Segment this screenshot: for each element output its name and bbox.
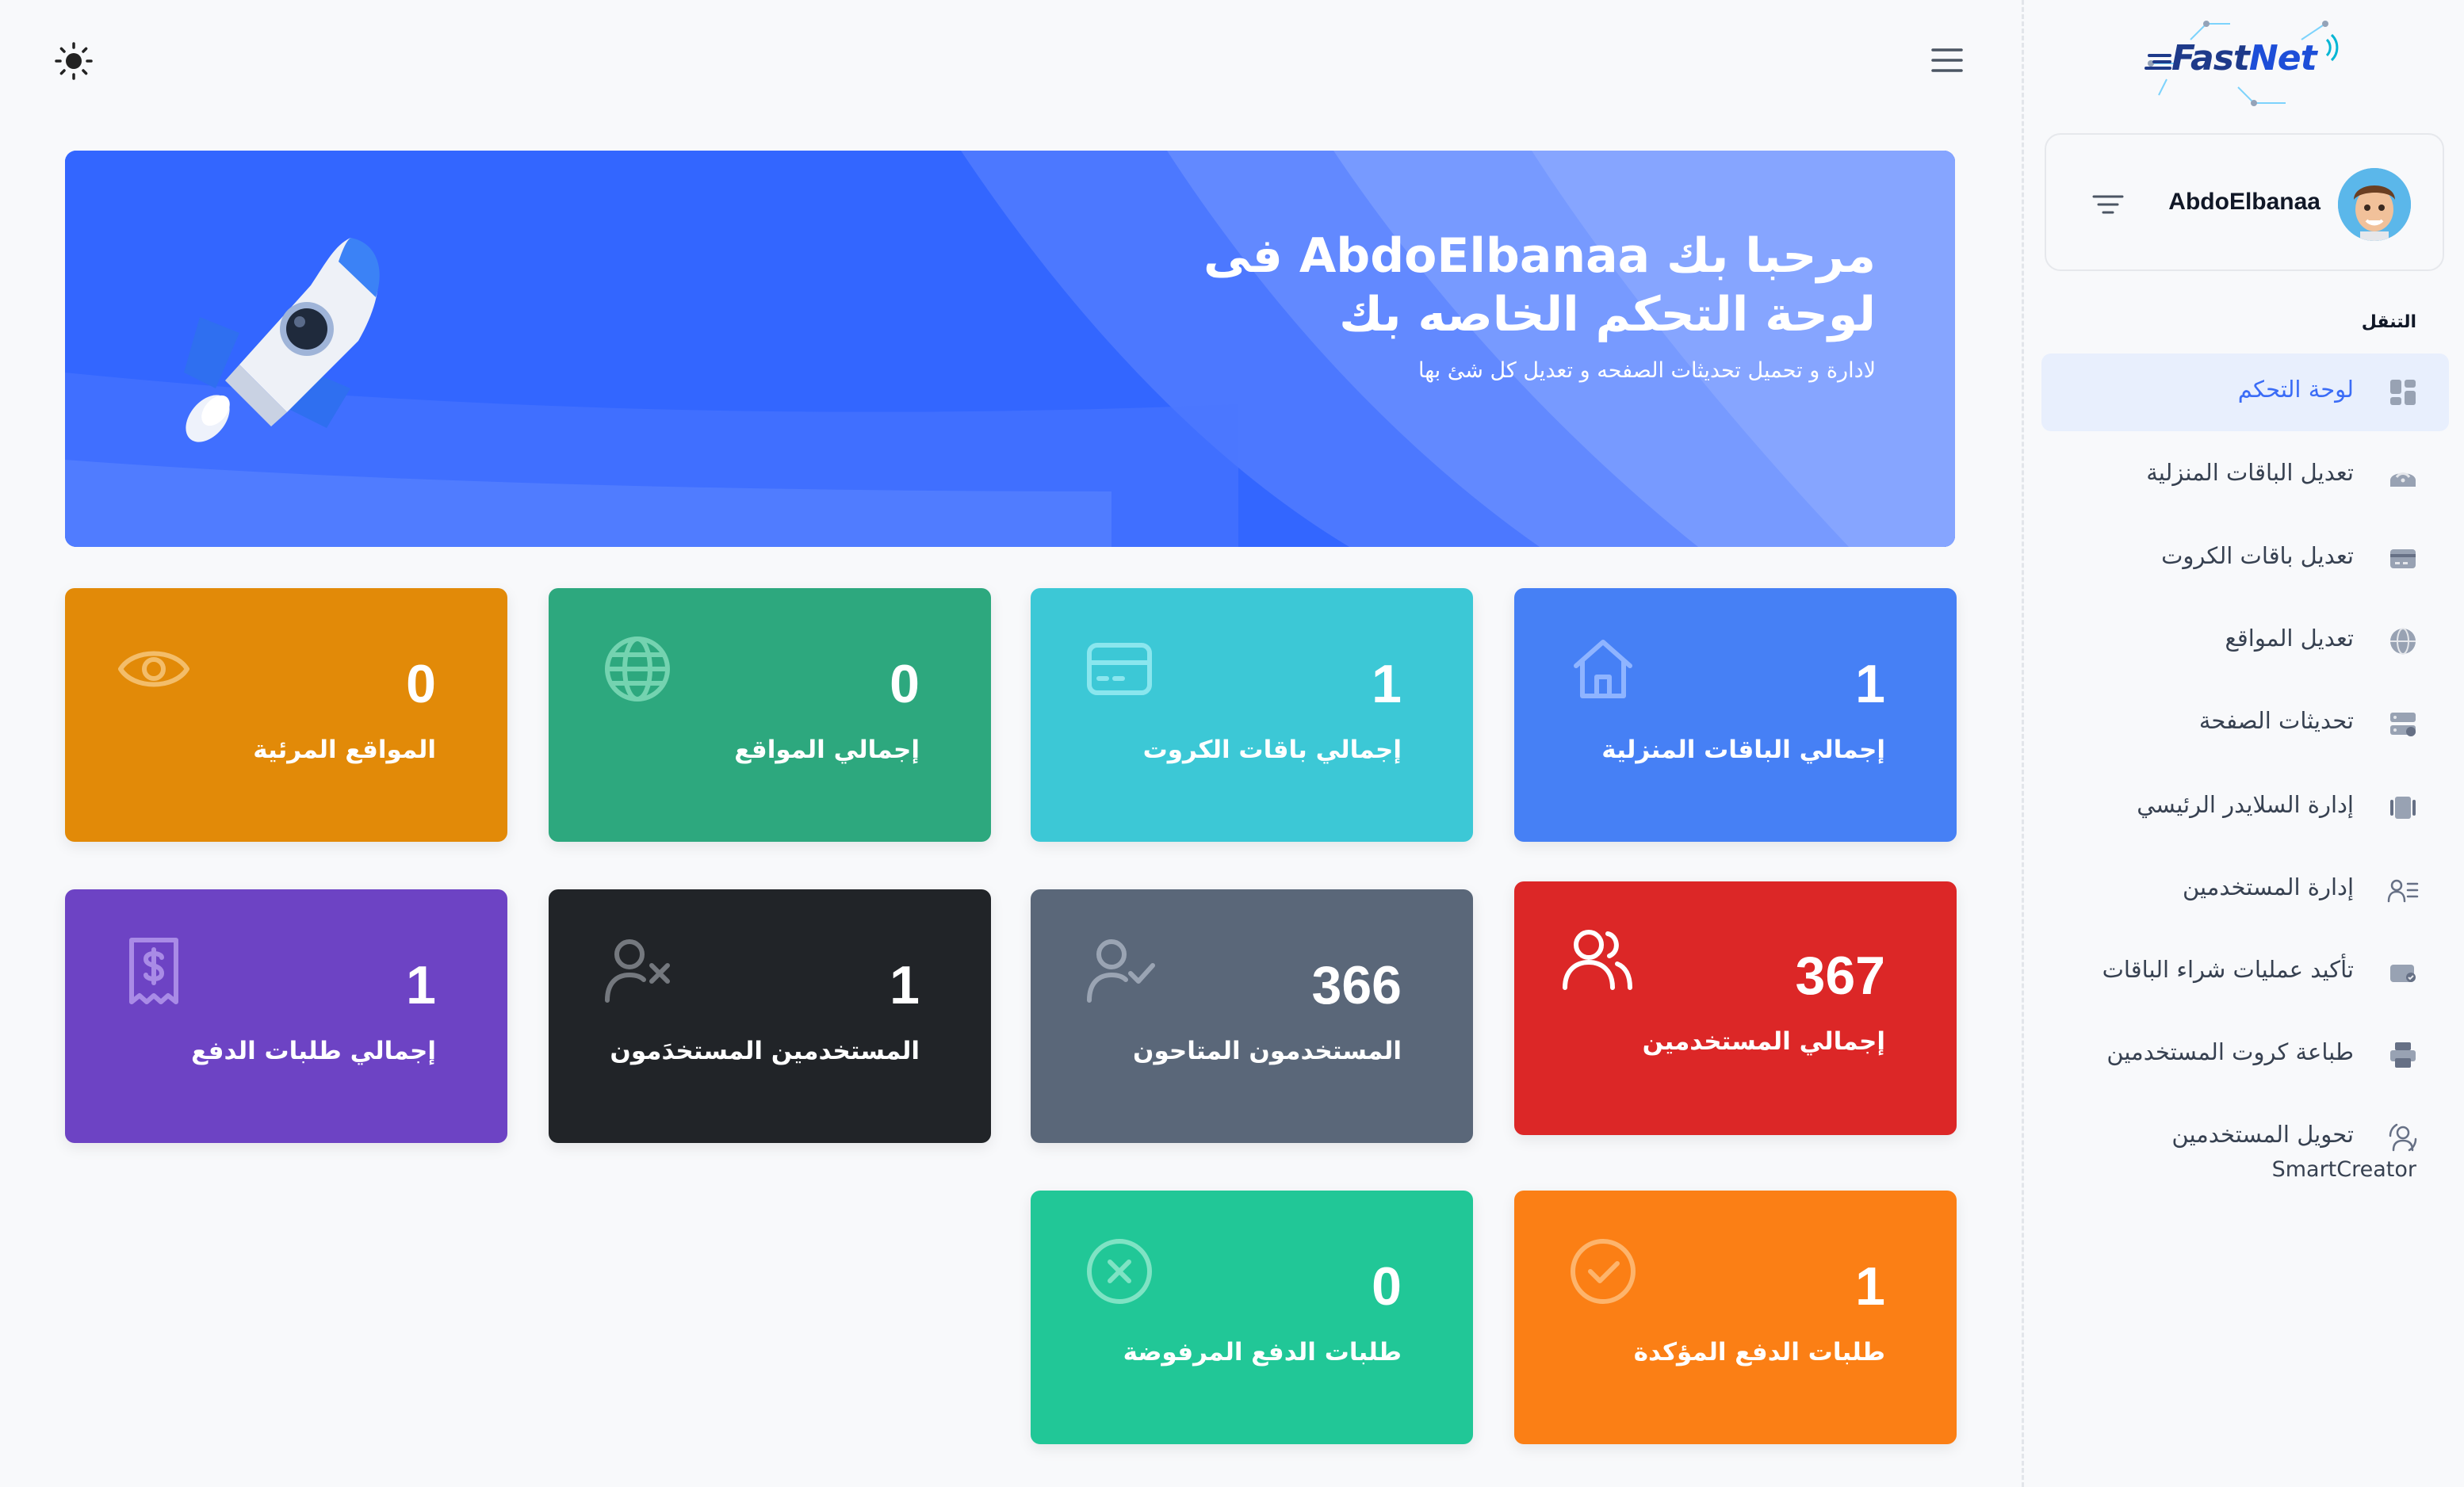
stat-card-rejected-payments[interactable]: 0 طلبات الدفع المرفوضة [1031,1191,1473,1444]
stat-card-home-packages[interactable]: 1 إجمالي الباقات المنزلية [1514,588,1957,842]
sidebar-item-home-packages[interactable]: تعديل الباقات المنزلية [2041,437,2449,514]
stat-label: المستخدمون المتاحون [1133,1037,1402,1065]
stat-card-card-packages[interactable]: 1 إجمالي باقات الكروت [1031,588,1473,842]
sidebar-item-label: إدارة المستخدمين [2182,873,2354,900]
sidebar-item-label: تعديل باقات الكروت [2161,542,2354,569]
stat-value: 1 [1855,1256,1885,1317]
server-icon [2390,713,2416,736]
stat-value: 367 [1795,946,1885,1006]
stat-card-visible-sites[interactable]: 0 المواقع المرئية [65,588,507,842]
stat-card-payment-requests[interactable]: 1 إجمالي طلبات الدفع [65,889,507,1143]
stat-label: إجمالي الباقات المنزلية [1601,736,1885,764]
stat-value: 1 [1372,654,1402,714]
hamburger-menu-icon[interactable] [1931,46,1963,75]
stat-value: 366 [1311,955,1402,1015]
globe-icon [2390,628,2416,655]
stat-label: طلبات الدفع المؤكدة [1633,1338,1885,1367]
printer-icon [2390,1042,2416,1068]
avatar [2338,168,2411,241]
card-icon [2390,549,2416,568]
sidebar-item-card-packages[interactable]: تعديل باقات الكروت [2041,520,2449,598]
user-list-icon [2387,879,2419,903]
filter-icon[interactable] [2092,190,2124,219]
sidebar-item-sites[interactable]: تعديل المواقع [2041,602,2449,680]
sidebar-item-page-updates[interactable]: تحديثات الصفحة [2041,685,2449,763]
stat-card-users[interactable]: 367 إجمالي المستخدمين [1514,881,1957,1135]
slider-icon [2390,797,2416,819]
stat-label: المواقع المرئية [253,736,436,764]
check-circle-icon [1571,1239,1636,1304]
sidebar-item-print-cards[interactable]: طباعة كروت المستخدمين [2041,1016,2449,1094]
welcome-banner: مرحبا بك AbdoElbanaa فى لوحة التحكم الخا… [65,151,1955,547]
sidebar-item-main-slider[interactable]: إدارة السلايدر الرئيسي [2041,769,2449,847]
user-profile-card[interactable]: AbdoElbanaa [2045,133,2444,271]
users-icon [1563,930,1632,990]
rocket-illustration [184,238,380,442]
stat-value: 1 [406,955,436,1015]
user-x-icon [605,939,670,1003]
sidebar-item-label: تأكيد عمليات شراء الباقات [2102,956,2354,983]
user-check-icon [1087,939,1155,1003]
sidebar-item-label: تحويل المستخدمين [2171,1121,2354,1148]
banner-subtitle: لادارة و تحميل تحديثات الصفحه و تعديل كل… [1418,358,1876,383]
sidebar-item-label: لوحة التحكم [2237,376,2354,403]
fastnet-logo[interactable]: FastNet [2143,16,2341,108]
sidebar-item-confirm-purchases[interactable]: تأكيد عمليات شراء الباقات [2041,934,2449,1011]
wallet-icon [2390,965,2416,982]
stat-value: 1 [890,955,920,1015]
stat-value: 0 [1372,1256,1402,1317]
dashboard-icon [2390,380,2416,405]
receipt-icon [129,938,178,1004]
nav-heading: التنقل [2361,312,2416,332]
router-icon [2390,472,2416,487]
stat-label: إجمالي طلبات الدفع [191,1037,436,1065]
stat-label: طلبات الدفع المرفوضة [1123,1338,1402,1367]
stat-value: 1 [1855,654,1885,714]
user-name: AbdoElbanaa [2168,189,2321,215]
x-circle-icon [1087,1239,1152,1304]
sidebar-item-label: إدارة السلايدر الرئيسي [2137,791,2354,818]
banner-title: مرحبا بك AbdoElbanaa فى لوحة التحكم الخا… [1203,228,1876,342]
globe-icon [605,636,670,701]
stat-card-available-users[interactable]: 366 المستخدمون المتاحون [1031,889,1473,1143]
logo-text: FastNet [2171,38,2317,78]
stat-value: 0 [406,654,436,714]
sun-icon[interactable] [54,41,94,81]
sidebar-item-label: طباعة كروت المستخدمين [2106,1038,2354,1065]
sidebar-item-label: تحديثات الصفحة [2198,707,2354,734]
sidebar-item-user-management[interactable]: إدارة المستخدمين [2041,851,2449,929]
stat-card-confirmed-payments[interactable]: 1 طلبات الدفع المؤكدة [1514,1191,1957,1444]
avatar-image [2338,168,2411,241]
sidebar-item-label: تعديل الباقات المنزلية [2146,459,2354,486]
sidebar: FastNet AbdoElbanaa التنقل لوحة التحكم ت… [2022,0,2464,1487]
user-transfer-icon [2389,1123,2417,1152]
sidebar-item-dashboard[interactable]: لوحة التحكم [2041,354,2449,431]
stat-label: إجمالي المواقع [734,736,920,764]
stat-value: 0 [890,654,920,714]
stat-label: المستخدمين المستخدَمون [610,1037,920,1065]
stat-label: إجمالي باقات الكروت [1142,736,1402,764]
stat-card-sites[interactable]: 0 إجمالي المواقع [549,588,991,842]
credit-card-icon [1087,643,1152,695]
sidebar-item-label: تعديل المواقع [2225,625,2354,652]
home-icon [1574,640,1632,698]
stat-label: إجمالي المستخدمين [1642,1027,1885,1056]
sidebar-item-sublabel: SmartCreator [2271,1157,2416,1182]
eye-icon [118,651,189,687]
stat-card-used-users[interactable]: 1 المستخدمين المستخدَمون [549,889,991,1143]
